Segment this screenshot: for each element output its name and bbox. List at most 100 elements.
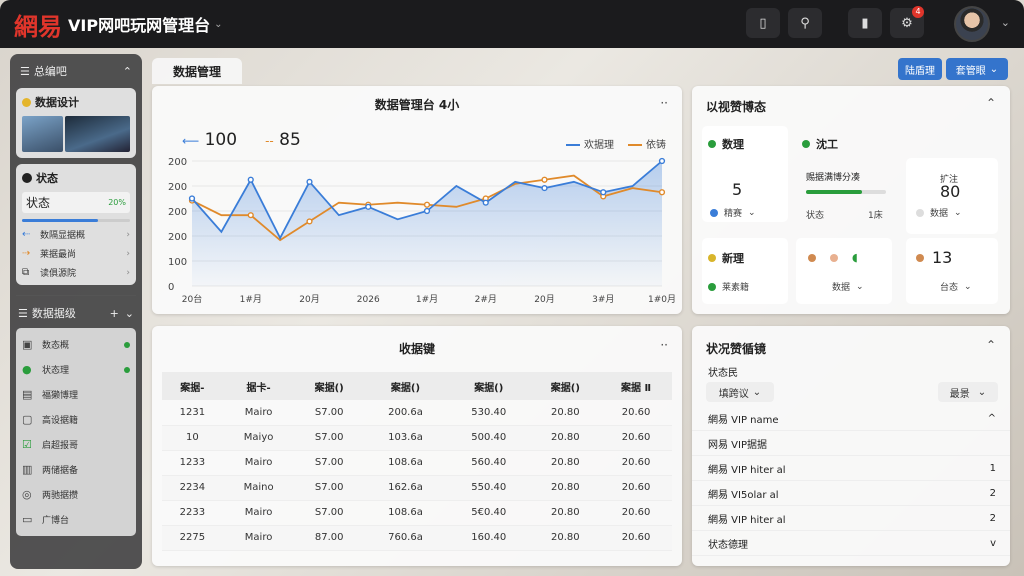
chevron-up-icon[interactable]: ⌃ xyxy=(986,338,996,352)
data-point xyxy=(482,199,489,206)
chevron-down-icon: ⌄ xyxy=(752,386,762,398)
sidebar-header[interactable]: ☰ 总编吧 ⌃ xyxy=(16,60,136,82)
list-item[interactable]: 網易 VIP name ^ xyxy=(692,406,1010,431)
stat-card[interactable]: 13 台态 ⌄ xyxy=(906,238,998,304)
sidebar-header-label: 总编吧 xyxy=(33,65,67,78)
filter-label: 状态民 xyxy=(708,368,738,379)
sidebar-menu-item[interactable]: ◎ 两驰据攒 xyxy=(22,482,130,507)
sidebar-card-design[interactable]: 数据设计 xyxy=(16,88,136,158)
more-icon[interactable]: ·· xyxy=(660,338,668,352)
tab-data-management[interactable]: 数据管理 xyxy=(152,58,242,84)
list-item[interactable]: 状态德理 v xyxy=(692,531,1010,556)
sidebar-menu-item[interactable]: ▥ 两储据备 xyxy=(22,457,130,482)
stat-desc: 赐据满博分凑 xyxy=(806,173,861,183)
sidebar-section-header[interactable]: ☰ 数据据级 + ⌄ xyxy=(16,302,136,324)
status-progress-bar xyxy=(22,219,130,222)
sidebar-item[interactable]: ⇠ 数隔显据概 › xyxy=(22,228,130,241)
sidebar-card-title: 状态 xyxy=(36,172,58,185)
copy-icon: ⧉ xyxy=(22,267,30,278)
list-panel: 状况赞循镜 ⌃ 状态民 填跨议 ⌄ 最景 ⌄ 網易 VIP name ^ 网易 VIP… xyxy=(692,326,1010,566)
x-tick-label: 20月 xyxy=(534,294,554,305)
column-header[interactable]: 案据- xyxy=(162,372,223,400)
series-area xyxy=(192,161,662,286)
sort-select[interactable]: 最景 ⌄ xyxy=(938,382,998,402)
x-tick-label: 20月 xyxy=(299,294,319,305)
chevron-right-icon: › xyxy=(126,267,130,278)
sidebar-item[interactable]: ⇢ 莱据最尚 › xyxy=(22,247,130,260)
list-item[interactable]: 網易 VIP hiter al 1 xyxy=(692,456,1010,481)
primary-button[interactable]: 陆盾理 xyxy=(898,58,942,80)
stat-value: 80 xyxy=(940,182,961,201)
sidebar-menu-header[interactable]: ▣ 数态概 xyxy=(22,332,130,357)
table-row[interactable]: 2233 Mairo S7.00 108.6a 5€0.40 20.80 20.60 xyxy=(162,500,672,526)
status-icon: ● xyxy=(22,363,32,376)
data-point xyxy=(423,207,431,215)
stat-card[interactable]: 新理 莱素籍 xyxy=(702,238,788,304)
sidebar-menu-item[interactable]: ▤ 福獭博理 xyxy=(22,382,130,407)
y-tick-label: 100 xyxy=(168,257,187,268)
table-row[interactable]: 1231 Mairo S7.00 200.6a 530.40 20.80 20.60 xyxy=(162,400,672,426)
search-settings-icon[interactable]: ⚲ xyxy=(788,8,822,38)
arrow-left-icon: ⇠ xyxy=(22,229,31,240)
status-percent: 20% xyxy=(108,198,126,207)
data-point xyxy=(247,212,254,219)
y-tick-label: 0 xyxy=(168,282,174,293)
app-logo: 網易 xyxy=(14,11,62,41)
filter-select[interactable]: 填跨议 ⌄ xyxy=(706,382,774,402)
info-icon xyxy=(22,173,32,183)
sidebar-item[interactable]: ⧉ 读俱源院 › xyxy=(22,266,130,279)
book-icon[interactable]: ▯ xyxy=(746,8,780,38)
status-label: 状态 xyxy=(26,196,51,210)
x-tick-label: 3#月 xyxy=(592,294,614,305)
data-point xyxy=(423,201,431,208)
stat-card[interactable]: 数理 5 精赛 ⌄ xyxy=(702,126,788,222)
table-row[interactable]: 10 Maiyo S7.00 103.6a 500.40 20.80 20.60 xyxy=(162,425,672,451)
x-tick-label: 1#月 xyxy=(416,294,438,305)
sidebar-menu-item[interactable]: ● 状态理 xyxy=(22,357,130,382)
list-item[interactable]: 网易 VIP据据 xyxy=(692,431,1010,456)
preview-thumbnail[interactable] xyxy=(22,116,130,152)
doc-icon: ▢ xyxy=(22,413,33,426)
table-row[interactable]: 2275 Mairo 87.00 760.6a 160.40 20.80 20.60 xyxy=(162,525,672,551)
chevron-down-icon: ⌄ xyxy=(856,281,864,292)
column-header[interactable]: 案据() xyxy=(446,372,531,400)
chevron-down-icon: ⌄ xyxy=(748,207,756,218)
window-icon: ▭ xyxy=(22,513,33,526)
chevron-down-icon[interactable]: ⌄ xyxy=(214,19,222,30)
chevron-down-icon[interactable]: ⌄ xyxy=(1001,16,1010,29)
phone-icon[interactable]: ▮ xyxy=(848,8,882,38)
menu-icon: ☰ xyxy=(20,64,30,78)
sidebar-menu-item[interactable]: ☑ 启超报哥 xyxy=(22,432,130,457)
list-item[interactable]: 網易 VI5olar al 2 xyxy=(692,481,1010,506)
data-point xyxy=(600,189,607,196)
stats-title: 以视赞博态 xyxy=(706,100,767,114)
sidebar-menu-item[interactable]: ▭ 广博台 xyxy=(22,507,130,532)
table-row[interactable]: 2234 Maino S7.00 162.6a 550.40 20.80 20.60 xyxy=(162,475,672,501)
trend-icon: ⇢ xyxy=(22,248,31,259)
column-header[interactable]: 据卡- xyxy=(222,372,295,400)
chevron-up-icon[interactable]: ⌃ xyxy=(123,65,132,78)
y-tick-label: 200 xyxy=(168,157,187,168)
column-header[interactable]: 案据() xyxy=(530,372,601,400)
dropdown-button[interactable]: 套管眼 ⌄ xyxy=(946,58,1008,80)
stat-value: 5 xyxy=(732,180,743,199)
column-header[interactable]: 案据 Ⅱ xyxy=(600,372,672,400)
settings-icon[interactable]: ⚙ 4 xyxy=(890,6,924,38)
column-header[interactable]: 案据() xyxy=(363,372,447,400)
table-row[interactable]: 1233 Mairo S7.00 108.6a 560.40 20.80 20.60 xyxy=(162,450,672,476)
sidebar-menu-item[interactable]: ▢ 高设据籍 xyxy=(22,407,130,432)
plus-icon[interactable]: + xyxy=(110,307,119,320)
stat-card[interactable]: ◖ 数据 ⌄ xyxy=(796,238,892,304)
stat-card[interactable]: 扩注 80 数据 ⌄ xyxy=(906,158,998,234)
stat-progress xyxy=(806,190,886,194)
stat-card[interactable]: 沈工 赐据满博分凑 状态 1床 xyxy=(792,126,898,222)
sidebar-section: ☰ 数据据级 + ⌄ ▣ 数态概 ● 状态理 ▤ 福獭博理 ▢ 高设据籍 ☑ 启超报哥 ▥… xyxy=(16,295,136,536)
list-item[interactable]: 網易 VIP hiter al 2 xyxy=(692,506,1010,531)
y-tick-label: 200 xyxy=(168,232,187,243)
chevron-up-icon[interactable]: ⌃ xyxy=(986,96,996,110)
data-point xyxy=(306,178,313,185)
avatar[interactable] xyxy=(954,6,990,42)
chevron-down-icon[interactable]: ⌄ xyxy=(125,307,134,320)
data-point xyxy=(247,176,254,183)
column-header[interactable]: 案据() xyxy=(294,372,364,400)
